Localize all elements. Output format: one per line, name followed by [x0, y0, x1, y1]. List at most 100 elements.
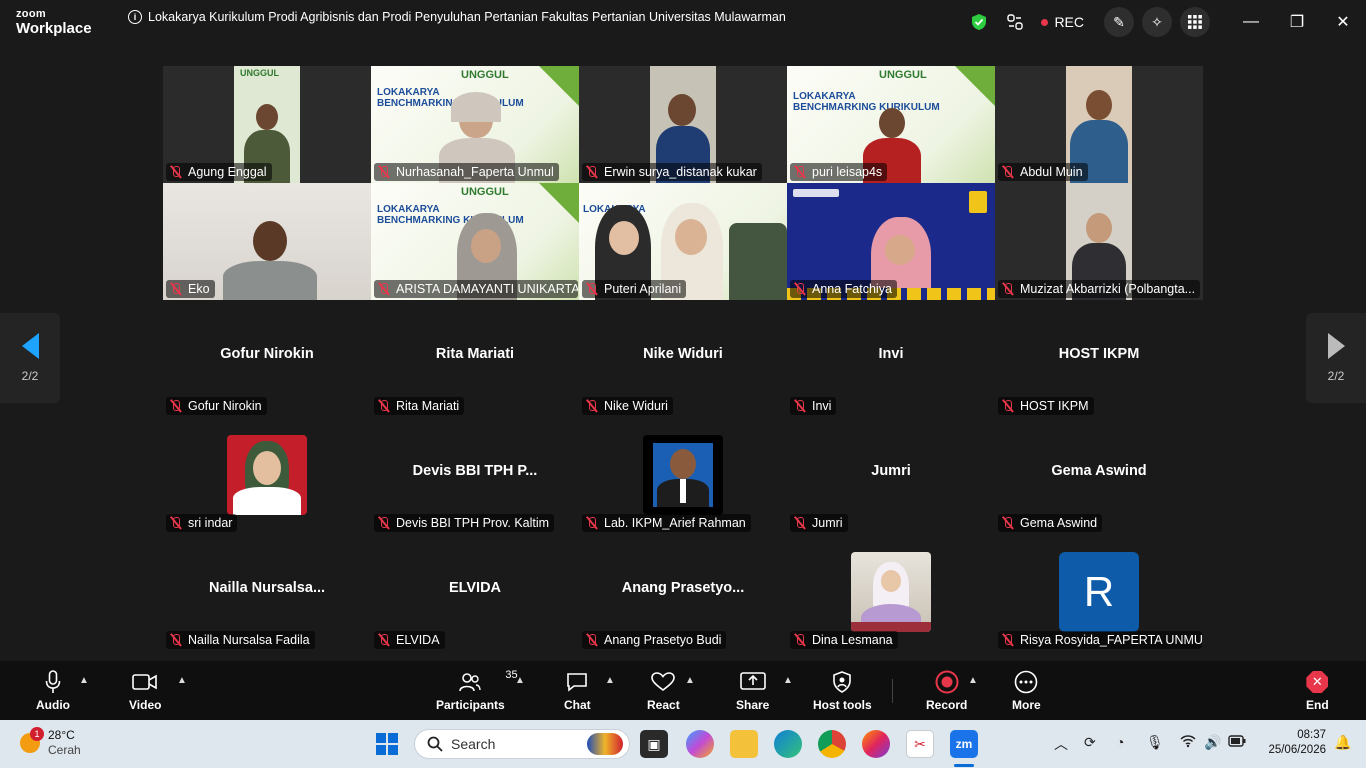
- show-hidden-icons-chevron-icon[interactable]: ︿: [1054, 734, 1068, 754]
- arrow-left-icon: [21, 333, 39, 359]
- audio-button[interactable]: Audio: [36, 669, 70, 712]
- video-tile[interactable]: UNGGUL Agung Enggal: [163, 66, 371, 183]
- chat-options-caret-icon[interactable]: ▲: [605, 675, 615, 686]
- wifi-icon[interactable]: [1180, 734, 1196, 751]
- audio-label: Audio: [36, 698, 70, 712]
- audio-options-caret-icon[interactable]: ▲: [79, 675, 89, 686]
- participant-name-label: Anang Prasetyo Budi: [582, 631, 727, 649]
- participant-tile[interactable]: ELVIDA ELVIDA: [371, 534, 579, 651]
- participants-button[interactable]: 35 Participants: [436, 669, 518, 712]
- participant-tile[interactable]: Anang Prasetyo... Anang Prasetyo Budi: [579, 534, 787, 651]
- more-button[interactable]: More: [1012, 669, 1041, 712]
- video-tile[interactable]: UNGGUL LOKAKARYA BENCHMARKING KURIKULUM A…: [371, 183, 579, 300]
- video-label: Video: [129, 698, 162, 712]
- react-options-caret-icon[interactable]: ▲: [685, 675, 695, 686]
- volume-icon[interactable]: 🔊: [1204, 734, 1221, 751]
- video-tile[interactable]: Muzizat Akbarrizki (Polbangta...: [995, 183, 1203, 300]
- meeting-title[interactable]: i Lokakarya Kurikulum Prodi Agribisnis d…: [128, 10, 786, 24]
- participant-tile[interactable]: Devis BBI TPH P... Devis BBI TPH Prov. K…: [371, 417, 579, 534]
- mic-muted-icon: [1001, 282, 1015, 296]
- microphone-in-use-icon[interactable]: 🎙: [1146, 734, 1164, 751]
- apps-grid-icon[interactable]: [1180, 7, 1210, 37]
- info-icon[interactable]: i: [128, 10, 142, 24]
- participant-tile[interactable]: Lab. IKPM_Arief Rahman: [579, 417, 787, 534]
- heart-icon: [651, 669, 676, 695]
- chat-button[interactable]: Chat: [564, 669, 591, 712]
- active-app-indicator: [954, 764, 974, 767]
- participant-tile[interactable]: Jumri Jumri: [787, 417, 995, 534]
- snipping-tool-icon[interactable]: ✂: [906, 730, 934, 758]
- mic-muted-icon: [585, 516, 599, 530]
- view-options-icon[interactable]: [997, 6, 1033, 38]
- mic-muted-icon: [169, 633, 183, 647]
- participant-tile[interactable]: R Risya Rosyida_FAPERTA UNMUL: [995, 534, 1203, 651]
- close-icon[interactable]: ✕: [1320, 0, 1366, 44]
- video-tile[interactable]: Erwin surya_distanak kukar: [579, 66, 787, 183]
- next-page-button[interactable]: 2/2: [1306, 313, 1366, 403]
- mic-muted-icon: [169, 282, 183, 296]
- network-status-icon[interactable]: ◔: [1116, 734, 1124, 750]
- participant-tile[interactable]: HOST IKPM HOST IKPM: [995, 300, 1203, 417]
- video-tile[interactable]: Anna Fatchiya: [787, 183, 995, 300]
- record-options-caret-icon[interactable]: ▲: [968, 675, 978, 686]
- video-tile[interactable]: UNGGUL LOKAKARYA BENCHMARKING KURIKULUM N…: [371, 66, 579, 183]
- participant-tile[interactable]: Gofur Nirokin Gofur Nirokin: [163, 300, 371, 417]
- mic-muted-icon: [585, 165, 599, 179]
- share-button[interactable]: Share: [736, 669, 769, 712]
- profile-picture: [643, 435, 723, 515]
- participant-tile[interactable]: Nike Widuri Nike Widuri: [579, 300, 787, 417]
- participant-tile[interactable]: sri indar: [163, 417, 371, 534]
- mic-muted-icon: [169, 516, 183, 530]
- end-meeting-button[interactable]: ✕ End: [1306, 669, 1329, 712]
- file-explorer-icon[interactable]: [730, 730, 758, 758]
- participant-name-label: Puteri Aprilani: [582, 280, 687, 298]
- record-button[interactable]: Record: [926, 669, 967, 712]
- participant-name-label: Jumri: [790, 514, 848, 532]
- participants-icon: 35: [459, 669, 518, 695]
- previous-page-button[interactable]: 2/2: [0, 313, 60, 403]
- minimize-icon[interactable]: —: [1228, 0, 1274, 44]
- video-button[interactable]: Video: [129, 669, 161, 712]
- taskbar-search-box[interactable]: Search: [414, 729, 630, 759]
- annotate-pencil-icon[interactable]: ✎: [1104, 7, 1134, 37]
- copilot-icon[interactable]: [686, 730, 714, 758]
- sync-icon[interactable]: ⟳: [1084, 734, 1096, 751]
- video-options-caret-icon[interactable]: ▲: [177, 675, 187, 686]
- edge-browser-icon[interactable]: [774, 730, 802, 758]
- participant-tile[interactable]: Dina Lesmana: [787, 534, 995, 651]
- recording-indicator[interactable]: REC: [1041, 14, 1084, 30]
- chrome-browser-icon[interactable]: [818, 730, 846, 758]
- zoom-app-icon[interactable]: zm: [950, 730, 978, 758]
- video-tile[interactable]: LOKAKARYA Puteri Aprilani: [579, 183, 787, 300]
- weather-badge: 1: [30, 727, 44, 741]
- taskbar-clock[interactable]: 08:37 25/06/2026: [1268, 728, 1326, 758]
- weather-widget[interactable]: 1 28°C Cerah: [20, 727, 81, 758]
- restore-icon[interactable]: ❐: [1274, 0, 1320, 44]
- participant-name-label: ELVIDA: [374, 631, 445, 649]
- participant-tile[interactable]: Gema Aswind Gema Aswind: [995, 417, 1203, 534]
- video-tile[interactable]: UNGGUL LOKAKARYA BENCHMARKING KURIKULUM p…: [787, 66, 995, 183]
- battery-icon[interactable]: [1228, 734, 1246, 750]
- share-options-caret-icon[interactable]: ▲: [783, 675, 793, 686]
- react-label: React: [647, 698, 680, 712]
- firefox-browser-icon[interactable]: [862, 730, 890, 758]
- task-view-icon[interactable]: ▣: [640, 730, 668, 758]
- arrow-right-icon: [1327, 333, 1345, 359]
- notification-bell-icon[interactable]: 🔔: [1334, 734, 1351, 751]
- participant-tile[interactable]: Rita Mariati Rita Mariati: [371, 300, 579, 417]
- participant-tile[interactable]: Nailla Nursalsa... Nailla Nursalsa Fadil…: [163, 534, 371, 651]
- react-button[interactable]: React: [647, 669, 680, 712]
- participant-name-label: Anna Fatchiya: [790, 280, 897, 298]
- video-tile[interactable]: Eko: [163, 183, 371, 300]
- windows-start-icon[interactable]: [376, 733, 398, 755]
- mic-muted-icon: [169, 165, 183, 179]
- security-shield-icon[interactable]: [961, 6, 997, 38]
- ai-companion-sparkle-icon[interactable]: ✧: [1142, 7, 1172, 37]
- participant-tile[interactable]: Invi Invi: [787, 300, 995, 417]
- participants-options-caret-icon[interactable]: ▲: [515, 675, 525, 686]
- host-tools-button[interactable]: Host tools: [813, 669, 872, 712]
- search-placeholder: Search: [451, 736, 496, 752]
- profile-picture: [851, 552, 931, 632]
- mic-muted-icon: [1001, 516, 1015, 530]
- video-tile[interactable]: Abdul Muin: [995, 66, 1203, 183]
